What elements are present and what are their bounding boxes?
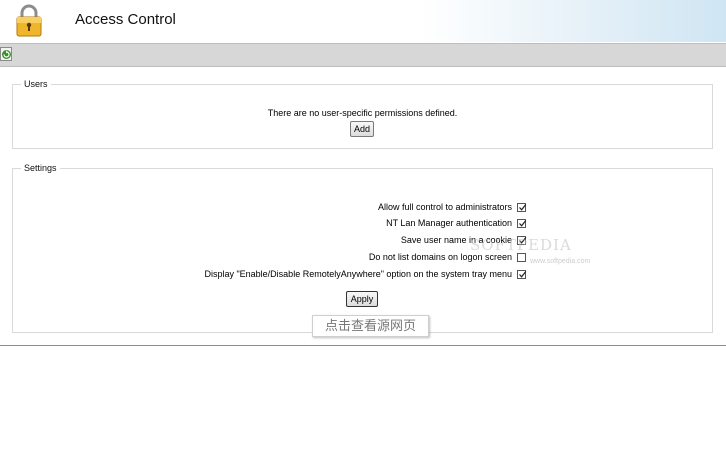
ntlm-auth-checkbox[interactable] <box>517 218 527 228</box>
refresh-icon <box>2 50 11 59</box>
tray-menu-option-checkbox[interactable] <box>517 269 527 279</box>
checkmark-icon <box>519 219 527 227</box>
checkmark-icon <box>519 203 527 211</box>
lock-icon <box>16 4 42 37</box>
settings-legend: Settings <box>24 163 57 173</box>
add-button[interactable]: Add <box>350 121 374 137</box>
view-source-page-link[interactable]: 点击查看源网页 <box>312 315 429 337</box>
watermark-logo: SOFTPEDIA <box>470 236 572 254</box>
watermark-url: www.softpedia.com <box>530 258 591 265</box>
users-legend: Users <box>24 79 48 89</box>
bottom-divider <box>0 345 726 346</box>
setting-label: NT Lan Manager authentication <box>386 218 512 228</box>
apply-button[interactable]: Apply <box>346 291 378 307</box>
setting-label: Allow full control to administrators <box>377 202 512 212</box>
page-title: Access Control <box>75 11 176 28</box>
checkmark-icon <box>519 270 527 278</box>
admin-full-control-checkbox[interactable] <box>517 202 527 212</box>
no-permissions-message: There are no user-specific permissions d… <box>267 108 458 118</box>
setting-label: Display "Enable/Disable RemotelyAnywhere… <box>204 269 512 279</box>
header-bar: Access Control <box>0 0 726 42</box>
setting-row-tray-menu-option: Display "Enable/Disable RemotelyAnywhere… <box>204 267 527 281</box>
settings-section: Settings Allow full control to administr… <box>12 163 713 333</box>
refresh-button[interactable] <box>0 47 12 61</box>
users-section: Users There are no user-specific permiss… <box>12 79 713 149</box>
toolbar <box>0 43 726 67</box>
setting-row-admin-full-control: Allow full control to administrators <box>377 200 527 214</box>
setting-row-ntlm: NT Lan Manager authentication <box>386 216 527 230</box>
